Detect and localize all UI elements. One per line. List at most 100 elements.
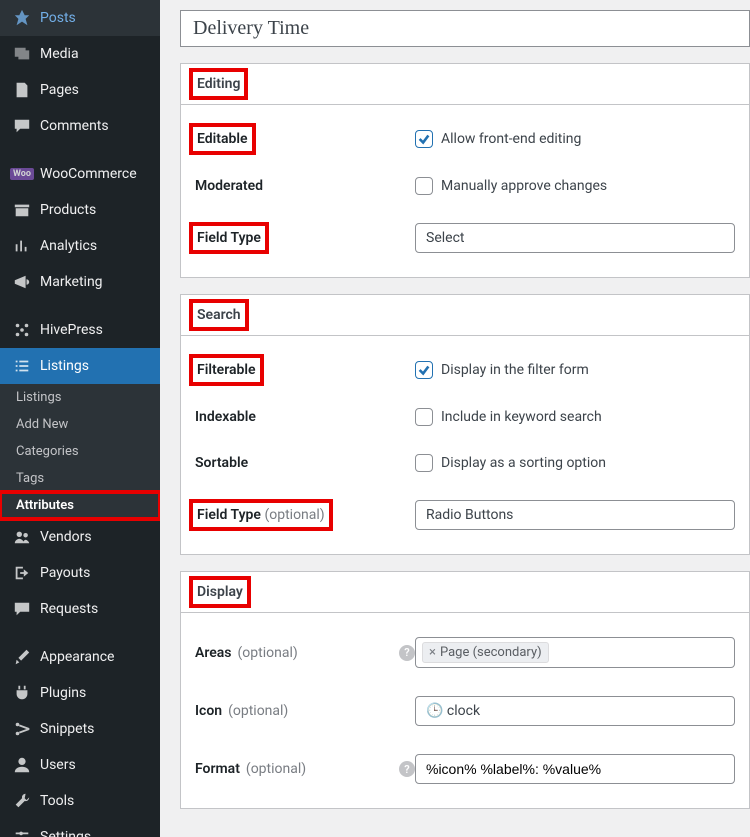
sub-item-tags[interactable]: Tags xyxy=(0,465,160,492)
row-editable: Editable Allow front-end editing xyxy=(195,115,735,163)
sidebar-item-comments[interactable]: Comments xyxy=(0,108,160,144)
listings-submenu: Listings Add New Categories Tags Attribu… xyxy=(0,384,160,519)
checkbox-filterable[interactable] xyxy=(415,361,433,379)
sidebar-item-label: Posts xyxy=(40,10,76,26)
sidebar-item-pages[interactable]: Pages xyxy=(0,72,160,108)
row-format: Format (optional) ? xyxy=(195,740,735,798)
remove-chip-icon[interactable]: × xyxy=(429,645,436,660)
row-moderated: Moderated Manually approve changes xyxy=(195,163,735,209)
label-search-field-type: Field Type (optional) xyxy=(195,505,327,525)
label-editable: Editable xyxy=(195,129,250,149)
comment-icon xyxy=(12,116,32,136)
sidebar-item-label: Settings xyxy=(40,829,91,837)
sidebar-item-label: Plugins xyxy=(40,685,86,701)
checkbox-editable[interactable] xyxy=(415,130,433,148)
input-format[interactable] xyxy=(415,754,735,784)
label-areas: Areas xyxy=(195,645,232,661)
sidebar-item-label: Products xyxy=(40,202,96,218)
sidebar-item-settings[interactable]: Settings xyxy=(0,819,160,837)
megaphone-icon xyxy=(12,272,32,292)
sidebar-item-requests[interactable]: Requests xyxy=(0,591,160,627)
sidebar-item-label: Listings xyxy=(40,358,89,374)
checkbox-label-editable: Allow front-end editing xyxy=(441,131,581,147)
pin-icon xyxy=(12,8,32,28)
checkbox-label-indexable: Include in keyword search xyxy=(441,409,602,425)
select-areas[interactable]: × Page (secondary) xyxy=(415,637,735,668)
help-icon[interactable]: ? xyxy=(399,645,415,661)
sidebar-item-plugins[interactable]: Plugins xyxy=(0,675,160,711)
checkbox-label-moderated: Manually approve changes xyxy=(441,178,607,194)
sub-item-listings[interactable]: Listings xyxy=(0,384,160,411)
chip-page-secondary[interactable]: × Page (secondary) xyxy=(422,642,549,663)
sidebar-item-label: Analytics xyxy=(40,238,97,254)
row-search-field-type: Field Type (optional) Radio Buttons xyxy=(195,486,735,544)
row-editing-field-type: Field Type Select xyxy=(195,209,735,267)
checkbox-moderated[interactable] xyxy=(415,177,433,195)
wrench-icon xyxy=(12,791,32,811)
sidebar-item-marketing[interactable]: Marketing xyxy=(0,264,160,300)
admin-sidebar: Posts Media Pages Comments Woo WooCommer… xyxy=(0,0,160,837)
sidebar-item-analytics[interactable]: Analytics xyxy=(0,228,160,264)
clock-icon: 🕒 xyxy=(426,703,443,719)
section-title-display: Display xyxy=(181,572,749,613)
main-content: Editing Editable Allow front-end editing… xyxy=(160,0,750,837)
scissors-icon xyxy=(12,719,32,739)
chart-icon xyxy=(12,236,32,256)
row-icon: Icon (optional) 🕒 clock xyxy=(195,682,735,740)
select-editing-field-type[interactable]: Select xyxy=(415,223,735,253)
sidebar-item-snippets[interactable]: Snippets xyxy=(0,711,160,747)
select-search-field-type[interactable]: Radio Buttons xyxy=(415,500,735,530)
sidebar-item-label: Requests xyxy=(40,601,98,617)
help-icon[interactable]: ? xyxy=(399,761,415,777)
archive-icon xyxy=(12,200,32,220)
sidebar-item-label: Pages xyxy=(40,82,79,98)
label-format: Format xyxy=(195,761,240,777)
select-icon[interactable]: 🕒 clock xyxy=(415,696,735,726)
sidebar-item-products[interactable]: Products xyxy=(0,192,160,228)
sidebar-item-listings[interactable]: Listings xyxy=(0,348,160,384)
sidebar-item-payouts[interactable]: Payouts xyxy=(0,555,160,591)
sidebar-item-label: HivePress xyxy=(40,322,103,338)
sidebar-item-users[interactable]: Users xyxy=(0,747,160,783)
sidebar-item-label: Comments xyxy=(40,118,109,134)
checkbox-label-sortable: Display as a sorting option xyxy=(441,455,606,471)
sidebar-item-label: Payouts xyxy=(40,565,90,581)
sidebar-item-label: Marketing xyxy=(40,274,103,290)
label-sortable: Sortable xyxy=(195,455,248,471)
plug-icon xyxy=(12,683,32,703)
sidebar-item-posts[interactable]: Posts xyxy=(0,0,160,36)
checkbox-label-filterable: Display in the filter form xyxy=(441,362,589,378)
media-icon xyxy=(12,44,32,64)
section-editing: Editing Editable Allow front-end editing… xyxy=(180,63,750,278)
user-icon xyxy=(12,755,32,775)
label-indexable: Indexable xyxy=(195,409,256,425)
sidebar-item-label: Appearance xyxy=(40,649,114,665)
row-sortable: Sortable Display as a sorting option xyxy=(195,440,735,486)
sidebar-item-vendors[interactable]: Vendors xyxy=(0,519,160,555)
page-icon xyxy=(12,80,32,100)
sidebar-item-hivepress[interactable]: HivePress xyxy=(0,312,160,348)
sidebar-item-media[interactable]: Media xyxy=(0,36,160,72)
list-icon xyxy=(12,356,32,376)
sub-item-add-new[interactable]: Add New xyxy=(0,411,160,438)
sidebar-item-woocommerce[interactable]: Woo WooCommerce xyxy=(0,156,160,192)
sidebar-item-tools[interactable]: Tools xyxy=(0,783,160,819)
sidebar-item-appearance[interactable]: Appearance xyxy=(0,639,160,675)
label-filterable: Filterable xyxy=(195,360,258,380)
users-icon xyxy=(12,527,32,547)
sub-item-categories[interactable]: Categories xyxy=(0,438,160,465)
section-title-editing: Editing xyxy=(181,64,749,105)
sidebar-item-label: Vendors xyxy=(40,529,92,545)
checkbox-sortable[interactable] xyxy=(415,454,433,472)
sub-item-attributes[interactable]: Attributes xyxy=(0,492,160,519)
brush-icon xyxy=(12,647,32,667)
section-title-search: Search xyxy=(181,295,749,336)
woocommerce-icon: Woo xyxy=(12,164,32,184)
label-editing-field-type: Field Type xyxy=(195,228,263,248)
row-areas: Areas (optional) ? × Page (secondary) xyxy=(195,623,735,682)
sidebar-item-label: Tools xyxy=(40,793,74,809)
checkbox-indexable[interactable] xyxy=(415,408,433,426)
section-search: Search Filterable Display in the filter … xyxy=(180,294,750,555)
title-input[interactable] xyxy=(180,10,750,47)
label-moderated: Moderated xyxy=(195,178,263,194)
